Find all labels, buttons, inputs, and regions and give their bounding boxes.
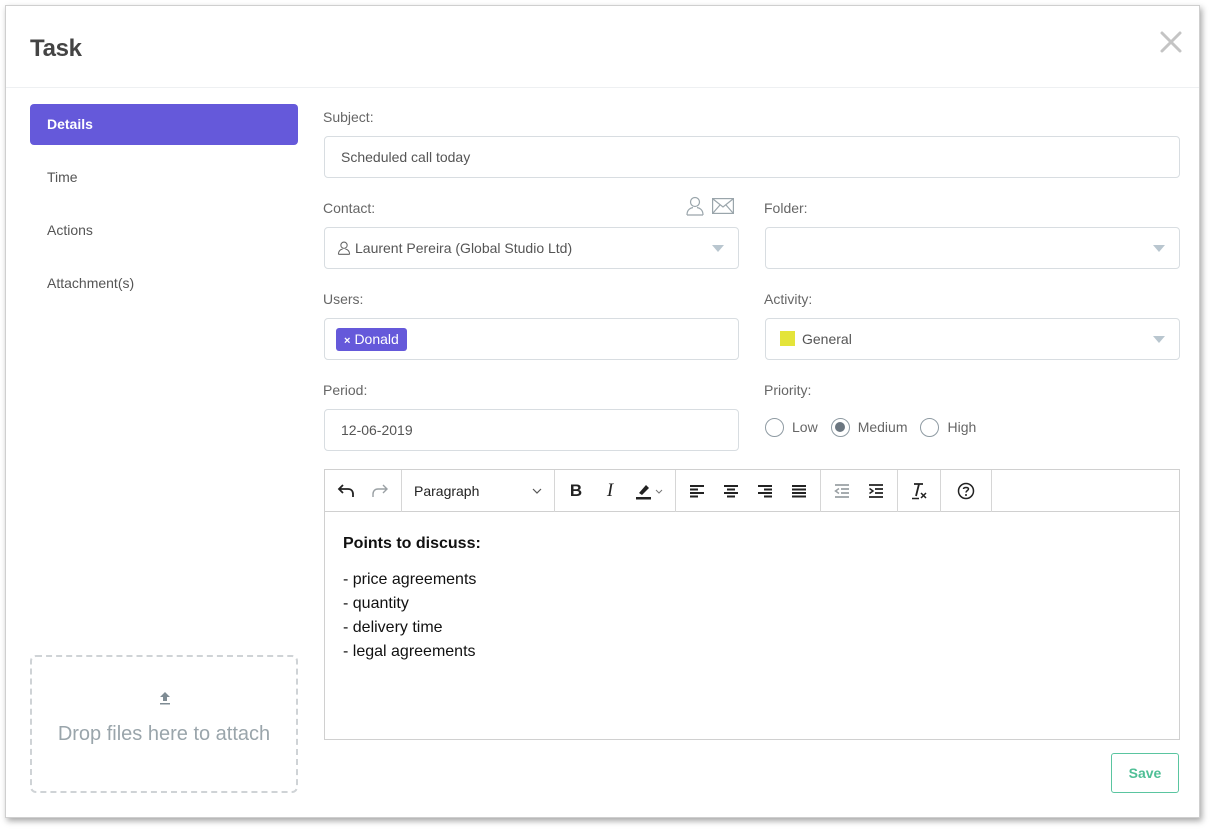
folder-select[interactable] xyxy=(765,227,1180,269)
style-group: B I xyxy=(555,469,676,512)
clear-formatting-icon xyxy=(912,482,927,499)
subject-input[interactable]: Scheduled call today xyxy=(324,136,1180,178)
user-tag-label: Donald xyxy=(354,331,399,347)
editor-toolbar: Paragraph B I xyxy=(325,469,1179,512)
dropzone-text: Drop files here to attach xyxy=(57,723,271,745)
italic-button[interactable]: I xyxy=(593,474,627,508)
contact-person-icon xyxy=(337,241,351,255)
nav-item-actions[interactable]: Actions xyxy=(30,210,298,251)
close-button[interactable] xyxy=(1159,30,1183,54)
format-group: Paragraph xyxy=(402,469,555,512)
undo-button[interactable] xyxy=(329,474,363,508)
nav-item-attachments[interactable]: Attachment(s) xyxy=(30,263,298,304)
users-label: Users: xyxy=(323,291,364,307)
clear-formatting-button[interactable] xyxy=(902,474,936,508)
side-nav: Details Time Actions Attachment(s) xyxy=(30,104,298,316)
block-format-select[interactable]: Paragraph xyxy=(406,474,550,508)
activity-select[interactable]: General xyxy=(765,318,1180,360)
subject-label: Subject: xyxy=(323,109,374,125)
priority-medium-radio[interactable]: Medium xyxy=(830,417,908,437)
bold-icon: B xyxy=(569,480,583,500)
period-input[interactable]: 12-06-2019 xyxy=(324,409,739,451)
user-tag[interactable]: × Donald xyxy=(336,328,407,351)
justify-button[interactable] xyxy=(782,474,816,508)
nav-item-details[interactable]: Details xyxy=(30,104,298,145)
align-left-icon xyxy=(690,484,704,497)
priority-high-radio[interactable]: High xyxy=(920,417,977,437)
content-heading: Points to discuss: xyxy=(343,535,481,552)
indent-button[interactable] xyxy=(859,474,893,508)
modal-header: Task xyxy=(6,6,1199,88)
radio-circle-icon xyxy=(920,417,940,437)
help-icon xyxy=(957,482,975,499)
align-left-button[interactable] xyxy=(680,474,714,508)
editor-content[interactable]: Points to discuss: - price agreements - … xyxy=(325,512,1179,684)
redo-icon xyxy=(372,484,388,497)
align-right-button[interactable] xyxy=(748,474,782,508)
block-format-value: Paragraph xyxy=(414,482,480,499)
contact-label: Contact: xyxy=(323,200,376,216)
priority-low-label: Low xyxy=(792,419,818,435)
indent-group xyxy=(821,469,898,512)
contact-value: Laurent Pereira (Global Studio Ltd) xyxy=(355,240,573,256)
outdent-button[interactable] xyxy=(825,474,859,508)
help-group xyxy=(941,469,992,512)
activity-value: General xyxy=(802,331,852,347)
priority-high-label: High xyxy=(947,419,977,435)
radio-checked-icon xyxy=(830,417,850,437)
highlight-color-button[interactable] xyxy=(627,474,671,508)
close-icon xyxy=(1160,31,1182,53)
help-button[interactable] xyxy=(945,474,987,508)
person-icon[interactable] xyxy=(685,196,705,216)
task-modal: Task Details Time Actions Attachment(s) … xyxy=(5,5,1200,818)
priority-medium-label: Medium xyxy=(857,419,908,435)
align-group xyxy=(676,469,821,512)
italic-icon: I xyxy=(606,479,614,501)
content-line: - legal agreements xyxy=(343,643,476,660)
file-dropzone[interactable]: Drop files here to attach xyxy=(30,655,298,793)
chevron-down-icon xyxy=(1153,245,1165,252)
align-center-icon xyxy=(724,484,738,497)
nav-item-time[interactable]: Time xyxy=(30,157,298,198)
undo-icon xyxy=(337,483,354,497)
priority-low-radio[interactable]: Low xyxy=(765,417,818,437)
chevron-down-icon xyxy=(712,245,724,252)
content-line: - price agreements xyxy=(343,571,477,588)
content-line: - quantity xyxy=(343,595,409,612)
upload-icon xyxy=(160,692,170,705)
highlight-icon xyxy=(636,484,663,499)
save-button[interactable]: Save xyxy=(1111,753,1179,793)
justify-icon xyxy=(792,484,806,497)
modal-title: Task xyxy=(30,35,82,62)
chevron-down-icon xyxy=(532,488,542,494)
remove-tag-icon[interactable]: × xyxy=(344,335,350,347)
contact-select[interactable]: Laurent Pereira (Global Studio Ltd) xyxy=(324,227,739,269)
priority-label: Priority: xyxy=(764,382,812,398)
rich-text-editor: Paragraph B I Points to discuss: - price… xyxy=(324,469,1180,740)
priority-radio-group: Low Medium High xyxy=(765,416,989,438)
indent-icon xyxy=(869,483,883,498)
activity-label: Activity: xyxy=(764,291,813,307)
align-right-icon xyxy=(758,484,772,497)
radio-circle-icon xyxy=(765,417,784,437)
content-line: - delivery time xyxy=(343,619,443,636)
bold-button[interactable]: B xyxy=(559,474,593,508)
chevron-down-icon xyxy=(1153,336,1165,343)
align-center-button[interactable] xyxy=(714,474,748,508)
outdent-icon xyxy=(834,483,849,498)
history-group xyxy=(325,469,402,512)
period-label: Period: xyxy=(323,382,368,398)
folder-label: Folder: xyxy=(764,200,808,216)
users-input[interactable]: × Donald xyxy=(324,318,739,360)
clear-group xyxy=(898,469,941,512)
redo-button[interactable] xyxy=(363,474,397,508)
envelope-icon[interactable] xyxy=(712,198,734,214)
activity-color-swatch xyxy=(780,331,795,346)
